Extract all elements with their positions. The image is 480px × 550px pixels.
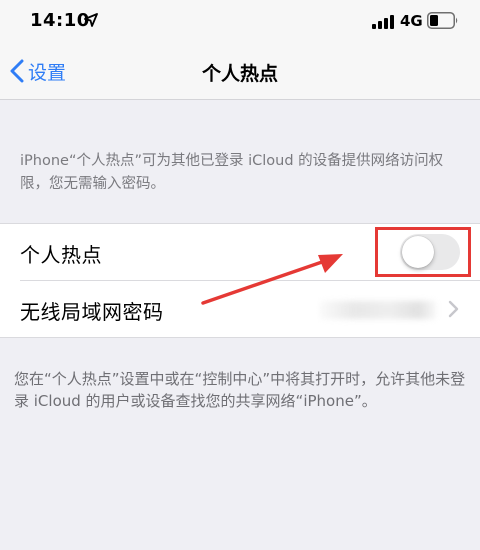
annotation-arrow-icon: [201, 254, 343, 305]
